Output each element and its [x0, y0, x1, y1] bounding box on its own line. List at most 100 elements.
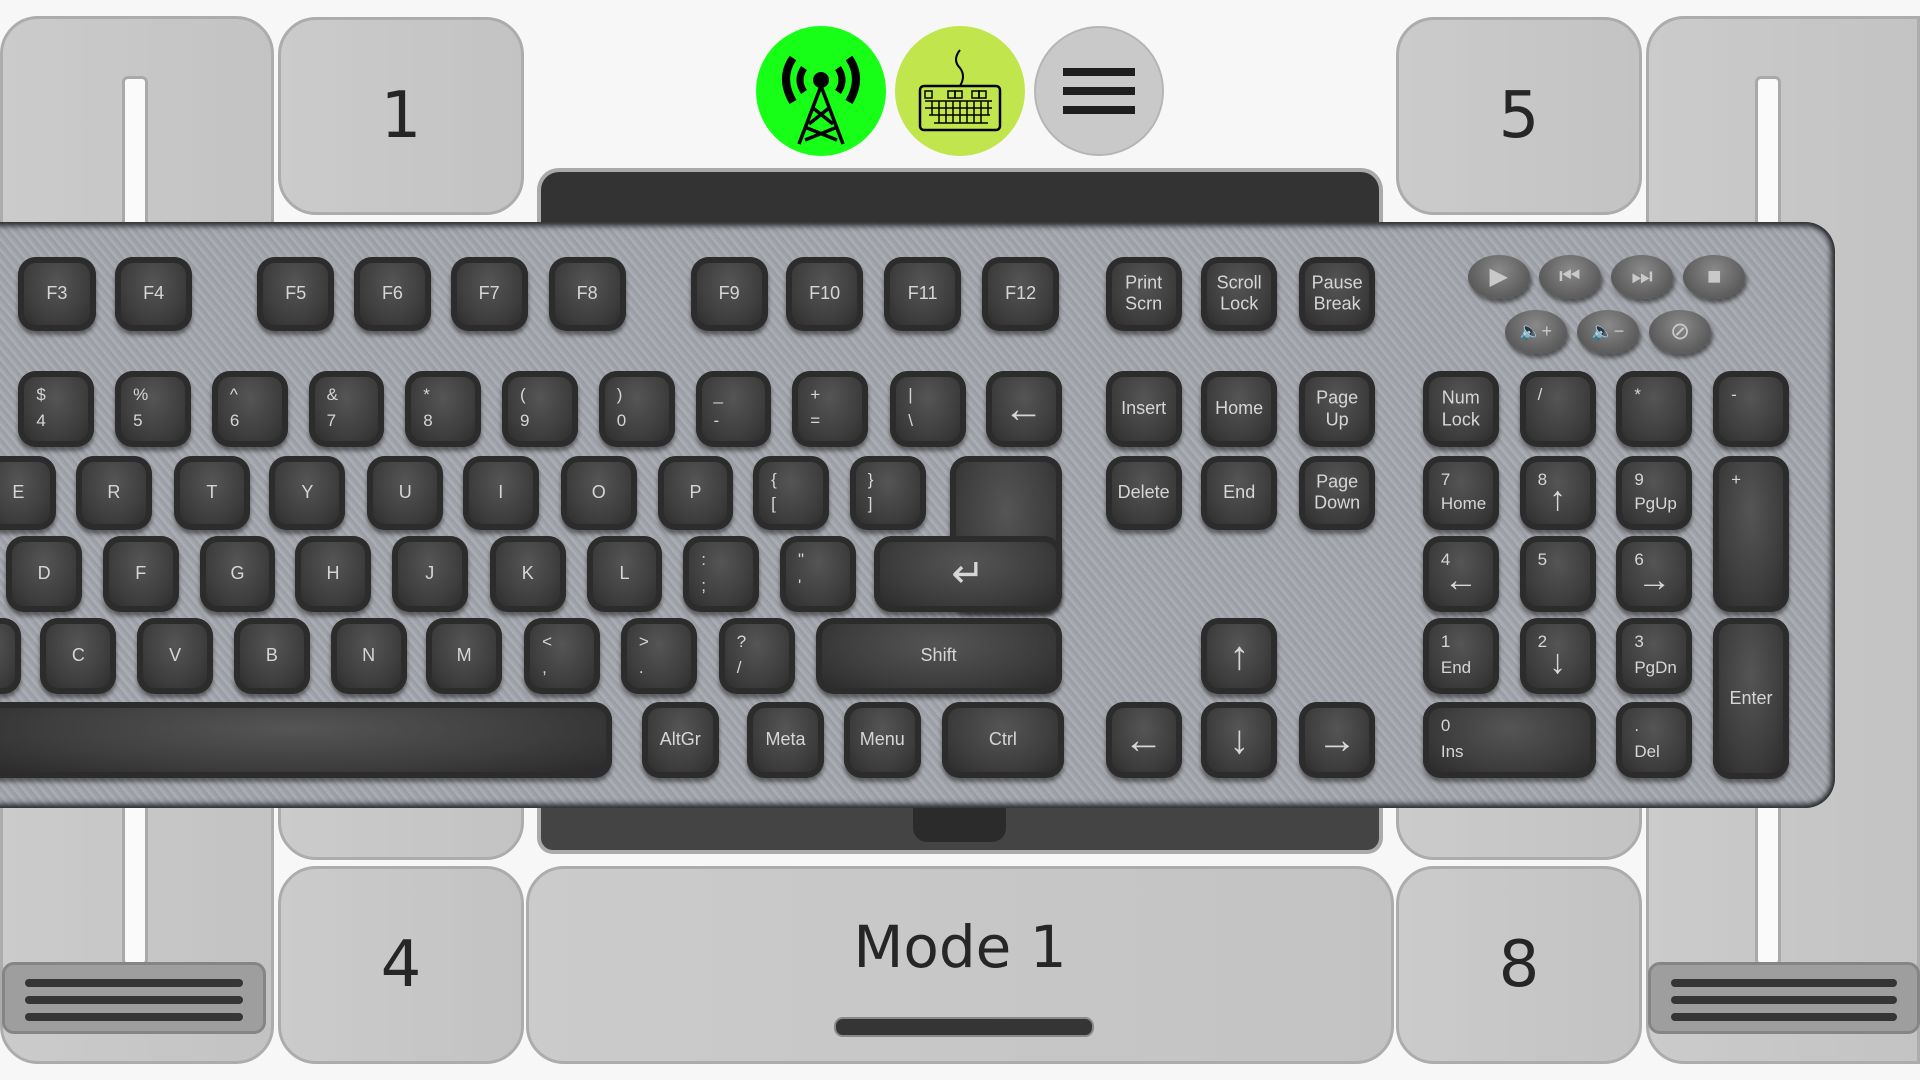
key-slash[interactable]: ? / [718, 618, 795, 695]
key-y[interactable]: Y [269, 455, 346, 531]
menu-button[interactable] [1034, 26, 1164, 156]
key-h[interactable]: H [295, 536, 371, 613]
key-numpad-divide[interactable]: / [1519, 371, 1596, 447]
key-numpad-multiply[interactable]: * [1616, 371, 1693, 447]
key-digit-6[interactable]: ) 0 [598, 371, 675, 447]
key-digit-7[interactable]: _ - [695, 371, 772, 447]
key-numpad-0[interactable]: 0 Ins [1422, 701, 1596, 778]
key-m[interactable]: M [426, 618, 503, 695]
key-numpad-1[interactable]: 1 End [1422, 618, 1499, 695]
key-digit-1[interactable]: % 5 [115, 371, 191, 447]
key-shift-right[interactable]: Shift [815, 618, 1062, 695]
key-numpad-5[interactable]: 5 [1519, 536, 1596, 613]
key-scroll-lock[interactable]: Scroll Lock [1201, 257, 1278, 331]
right-drag-handle[interactable] [1648, 962, 1920, 1034]
key-f9[interactable]: F9 [690, 257, 768, 331]
key-home[interactable]: Home [1201, 371, 1278, 447]
key-numpad-2[interactable]: 2 ↓ [1519, 618, 1596, 695]
key-numpad-6[interactable]: 6 → [1616, 536, 1693, 613]
key-f11[interactable]: F11 [884, 257, 962, 331]
media-play-button[interactable]: ▶ [1467, 254, 1530, 299]
key-v[interactable]: V [137, 618, 214, 695]
key-l[interactable]: L [586, 536, 663, 613]
key-f7[interactable]: F7 [450, 257, 528, 331]
key-f8[interactable]: F8 [548, 257, 626, 331]
media-volume-up-button[interactable]: 🔈+ [1504, 309, 1567, 354]
key-f6[interactable]: F6 [353, 257, 432, 331]
key-numpad-dot[interactable]: . Del [1616, 701, 1693, 778]
key-menu[interactable]: Menu [843, 701, 921, 778]
left-drag-handle[interactable] [2, 962, 266, 1034]
key-print-screen[interactable]: Print Scrn [1105, 257, 1182, 331]
key-numpad-3[interactable]: 3 PgDn [1616, 618, 1693, 695]
key-comma[interactable]: <, [524, 618, 600, 695]
key-digit-3[interactable]: & 7 [308, 371, 385, 447]
key-arrow-down[interactable]: ↓ [1201, 701, 1278, 778]
key-p[interactable]: P [657, 455, 734, 531]
key-digit-9[interactable]: | \ [890, 371, 967, 447]
key-numpad-plus[interactable]: + [1713, 455, 1789, 613]
key-r[interactable]: R [75, 455, 152, 531]
key-ctrl[interactable]: Ctrl [941, 701, 1065, 778]
connection-button[interactable] [756, 26, 886, 156]
key-digit-8[interactable]: + = [792, 371, 869, 447]
key-space[interactable] [0, 701, 613, 778]
key-f4[interactable]: F4 [115, 257, 193, 331]
key-numpad-enter[interactable]: Enter [1713, 618, 1789, 779]
pad-8[interactable]: 8 [1396, 866, 1642, 1064]
key-e[interactable]: E [0, 455, 57, 531]
key-f10[interactable]: F10 [786, 257, 864, 331]
media-prev-button[interactable]: ⏮ [1538, 254, 1601, 299]
key-arrow-left[interactable]: ← [1105, 701, 1182, 778]
key-insert[interactable]: Insert [1105, 371, 1182, 447]
media-mute-button[interactable]: ⊘ [1649, 309, 1711, 354]
key-i[interactable]: I [462, 455, 539, 531]
media-stop-button[interactable]: ■ [1683, 254, 1746, 299]
media-volume-down-button[interactable]: 🔈− [1576, 309, 1639, 354]
pad-4[interactable]: 4 [278, 866, 524, 1064]
key-pause-break[interactable]: Pause Break [1299, 257, 1376, 331]
media-next-button[interactable]: ⏭ [1611, 254, 1674, 299]
key-page-down[interactable]: Page Down [1299, 455, 1376, 531]
mode-button[interactable]: Mode 1 [526, 866, 1394, 1064]
key-t[interactable]: T [173, 455, 250, 531]
key-k[interactable]: K [489, 536, 566, 613]
key-f5[interactable]: F5 [257, 257, 335, 331]
key-num-lock[interactable]: Num Lock [1422, 371, 1499, 447]
key-delete[interactable]: Delete [1105, 455, 1182, 531]
key-c[interactable]: C [40, 618, 117, 695]
key-digit-5[interactable]: (9 [502, 371, 578, 447]
key-o[interactable]: O [560, 455, 637, 531]
key-numpad-7[interactable]: 7 Home [1422, 455, 1499, 531]
key-numpad-4[interactable]: 4 ← [1422, 536, 1499, 613]
pad-1[interactable]: 1 [278, 17, 524, 215]
key-arrow-up[interactable]: ↑ [1201, 618, 1278, 695]
key-b[interactable]: B [233, 618, 310, 695]
key-quote[interactable]: " ' [780, 536, 856, 613]
pad-5[interactable]: 5 [1396, 17, 1642, 215]
key-enter[interactable]: ↵ [874, 536, 1062, 613]
key-arrow-right[interactable]: → [1299, 701, 1376, 778]
key-n[interactable]: N [330, 618, 407, 695]
key-d[interactable]: D [6, 536, 83, 613]
key-x-partial[interactable] [0, 618, 21, 695]
key-j[interactable]: J [391, 536, 468, 613]
key-semicolon[interactable]: :; [683, 536, 760, 613]
key-f[interactable]: F [102, 536, 179, 613]
key-bracket-left[interactable]: {[ [753, 455, 829, 531]
key-bracket-right[interactable]: }] [849, 455, 926, 531]
key-numpad-9[interactable]: 9 PgUp [1616, 455, 1693, 531]
key-digit-4[interactable]: * 8 [405, 371, 482, 447]
key-backspace[interactable]: ← [985, 371, 1062, 447]
key-altgr[interactable]: AltGr [641, 701, 719, 778]
key-end[interactable]: End [1201, 455, 1278, 531]
key-digit-2[interactable]: ^ 6 [211, 371, 288, 447]
key-f12[interactable]: F12 [982, 257, 1060, 331]
key-f3[interactable]: F3 [18, 257, 96, 331]
keyboard-toggle-button[interactable] [895, 26, 1025, 156]
key-page-up[interactable]: Page Up [1299, 371, 1376, 447]
key-period[interactable]: >. [620, 618, 697, 695]
key-g[interactable]: G [199, 536, 276, 613]
key-numpad-8[interactable]: 8 ↑ [1519, 455, 1596, 531]
key-numpad-minus[interactable]: - [1713, 371, 1789, 447]
